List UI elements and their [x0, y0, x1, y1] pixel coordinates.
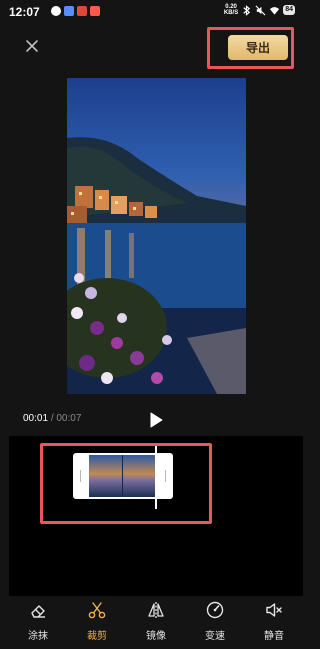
video-clip-strip[interactable] [73, 453, 173, 499]
status-bar: 12:07 0.20 KB/S 84 [0, 0, 303, 24]
speed-icon [206, 601, 224, 619]
tool-mirror[interactable]: 镜像 [134, 600, 178, 646]
time-display: 00:01 / 00:07 [23, 413, 81, 424]
network-speed: 0.20 KB/S [224, 4, 238, 16]
status-time: 12:07 [9, 5, 40, 19]
tool-speed[interactable]: 变速 [193, 600, 237, 646]
scissors-icon [88, 602, 106, 619]
wifi-icon [270, 6, 280, 15]
clip-thumbnails [89, 455, 157, 497]
app-notification-icon [90, 6, 100, 16]
export-button[interactable]: 导出 [228, 35, 288, 60]
app-notification-icon [64, 6, 74, 16]
mirror-icon [148, 602, 164, 618]
tool-label: 裁剪 [87, 631, 107, 642]
bottom-toolbar: 涂抹 裁剪 镜像 变速 静音 [0, 600, 303, 649]
network-speed-unit: KB/S [223, 10, 239, 16]
bluetooth-icon [243, 4, 251, 16]
total-time: 00:07 [56, 413, 82, 424]
app-notification-icon [77, 6, 87, 16]
tool-erase[interactable]: 涂抹 [16, 600, 60, 646]
mute-status-icon [255, 5, 266, 15]
status-indicators: 0.20 KB/S 84 [224, 4, 295, 16]
tool-mute[interactable]: 静音 [252, 600, 296, 646]
close-icon[interactable] [22, 36, 42, 56]
tool-label: 变速 [205, 631, 225, 642]
eraser-icon [31, 605, 45, 618]
clip-trim-handle-left[interactable] [80, 470, 81, 482]
tool-crop[interactable]: 裁剪 [75, 600, 119, 646]
notification-icons [51, 6, 100, 16]
clip-thumbnail [123, 455, 157, 497]
tool-label: 静音 [264, 631, 284, 642]
clip-trim-handle-right[interactable] [165, 470, 166, 482]
video-preview[interactable] [67, 78, 246, 394]
time-separator: / [50, 413, 54, 424]
current-time: 00:01 [23, 413, 49, 424]
video-frame-image [67, 137, 246, 394]
tool-label: 涂抹 [28, 631, 48, 642]
playhead[interactable] [155, 445, 157, 509]
clip-thumbnail [89, 455, 123, 497]
battery-indicator: 84 [283, 5, 295, 15]
tool-label: 镜像 [146, 631, 166, 642]
app-notification-icon [51, 6, 61, 16]
mute-icon [266, 603, 282, 617]
play-icon[interactable] [148, 411, 164, 429]
